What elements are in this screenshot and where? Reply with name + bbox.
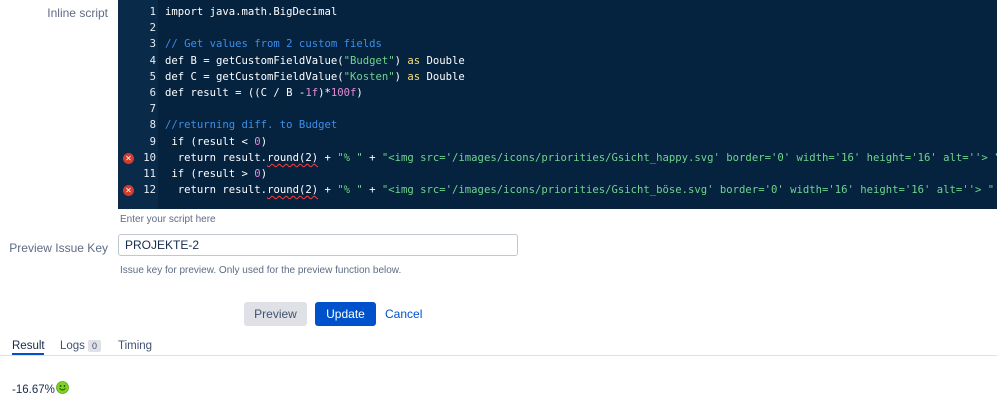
code-line: 9 if (result < 0) bbox=[118, 134, 997, 150]
line-number: 9 bbox=[149, 135, 156, 148]
code-text: return result.round(2) + "% " + "<img sr… bbox=[165, 151, 997, 164]
line-number: 5 bbox=[149, 70, 156, 83]
tab-logs[interactable]: Logs 0 bbox=[60, 340, 101, 352]
preview-button[interactable]: Preview bbox=[244, 302, 307, 326]
code-line: 3 // Get values from 2 custom fields bbox=[118, 36, 997, 52]
code-text: def B = getCustomFieldValue("Budget") as… bbox=[165, 54, 465, 67]
code-line: ✕ 10 return result.round(2) + "% " + "<im… bbox=[118, 150, 997, 166]
result-value: -16.67% bbox=[12, 384, 55, 396]
line-number: 3 bbox=[149, 38, 156, 51]
line-number: 12 bbox=[143, 184, 156, 197]
preview-key-help-text: Issue key for preview. Only used for the… bbox=[120, 265, 402, 276]
line-number: 2 bbox=[149, 22, 156, 35]
tab-timing[interactable]: Timing bbox=[118, 340, 152, 352]
happy-face-icon bbox=[56, 381, 69, 394]
line-number: 6 bbox=[149, 87, 156, 99]
preview-key-label: Preview Issue Key bbox=[9, 241, 108, 255]
code-text: return result.round(2) + "% " + "<img sr… bbox=[165, 184, 995, 197]
code-text: def C = getCustomFieldValue("Kosten") as… bbox=[165, 70, 465, 83]
code-line: 4 def B = getCustomFieldValue("Budget") a… bbox=[118, 53, 997, 69]
cancel-link[interactable]: Cancel bbox=[385, 307, 422, 321]
code-text: import java.math.BigDecimal bbox=[165, 6, 338, 18]
script-help-text: Enter your script here bbox=[120, 214, 216, 225]
code-text: //returning diff. to Budget bbox=[165, 119, 338, 132]
code-text: if (result < 0) bbox=[165, 135, 268, 148]
code-line: 1 import java.math.BigDecimal bbox=[118, 4, 997, 20]
code-text: def result = ((C / B -1f)*100f) bbox=[165, 87, 363, 99]
line-number: 1 bbox=[149, 6, 156, 18]
code-line: ✕ 12 return result.round(2) + "% " + "<im… bbox=[118, 182, 997, 198]
active-tab-indicator bbox=[12, 353, 44, 355]
line-number: 8 bbox=[149, 119, 156, 132]
update-button[interactable]: Update bbox=[315, 302, 376, 326]
code-line: 5 def C = getCustomFieldValue("Kosten") a… bbox=[118, 69, 997, 85]
preview-issue-key-input[interactable] bbox=[118, 234, 518, 256]
line-number: 4 bbox=[149, 54, 156, 67]
code-line: 7 bbox=[118, 101, 997, 117]
code-line: 2 bbox=[118, 20, 997, 36]
line-number: 10 bbox=[143, 151, 156, 164]
logs-count-badge: 0 bbox=[87, 340, 101, 352]
code-line: 6 def result = ((C / B -1f)*100f) bbox=[118, 85, 997, 101]
code-text: // Get values from 2 custom fields bbox=[165, 38, 382, 51]
code-line: 8 //returning diff. to Budget bbox=[118, 117, 997, 133]
code-line: 11 if (result > 0) bbox=[118, 166, 997, 182]
line-number: 11 bbox=[143, 168, 156, 180]
code-text: if (result > 0) bbox=[165, 168, 268, 180]
tab-logs-label: Logs bbox=[60, 340, 85, 352]
code-editor[interactable]: 1 import java.math.BigDecimal 2 3 // Get val… bbox=[118, 0, 997, 209]
inline-script-label: Inline script bbox=[47, 6, 108, 20]
tabs-divider bbox=[0, 355, 997, 356]
script-console: Inline script 1 import java.math.BigDecim… bbox=[0, 0, 997, 403]
line-number: 7 bbox=[149, 103, 156, 116]
tab-result[interactable]: Result bbox=[12, 340, 45, 352]
